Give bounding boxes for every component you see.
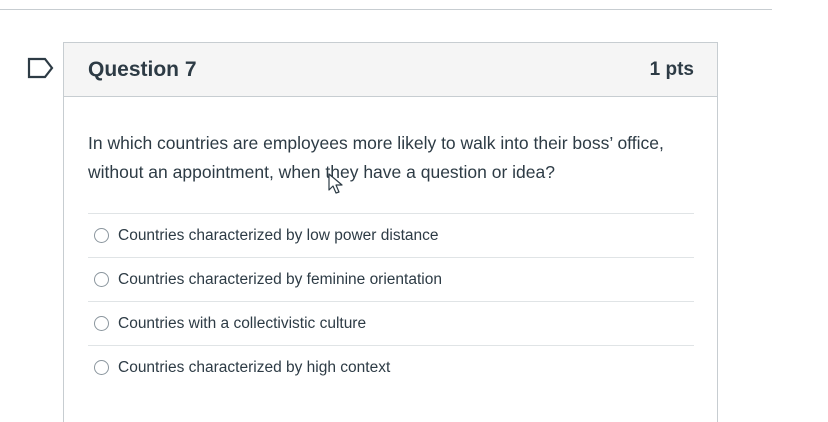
radio-button[interactable] — [94, 228, 109, 243]
flag-question-icon[interactable] — [27, 57, 55, 79]
top-divider — [0, 9, 772, 10]
answer-option[interactable]: Countries characterized by low power dis… — [88, 213, 694, 257]
answer-label[interactable]: Countries with a collectivistic culture — [118, 315, 366, 333]
answer-option[interactable]: Countries characterized by feminine orie… — [88, 257, 694, 301]
answer-label[interactable]: Countries characterized by high context — [118, 359, 390, 377]
question-body: In which countries are employees more li… — [64, 97, 717, 389]
question-title: Question 7 — [88, 57, 197, 81]
question-card: Question 7 1 pts In which countries are … — [63, 42, 718, 422]
answer-option[interactable]: Countries with a collectivistic culture — [88, 301, 694, 345]
answer-option[interactable]: Countries characterized by high context — [88, 345, 694, 389]
answer-label[interactable]: Countries characterized by feminine orie… — [118, 271, 442, 289]
radio-button[interactable] — [94, 316, 109, 331]
question-header: Question 7 1 pts — [64, 43, 717, 97]
question-points: 1 pts — [649, 58, 694, 80]
radio-button[interactable] — [94, 360, 109, 375]
radio-button[interactable] — [94, 272, 109, 287]
question-text: In which countries are employees more li… — [88, 133, 664, 182]
answer-label[interactable]: Countries characterized by low power dis… — [118, 227, 439, 245]
answer-list: Countries characterized by low power dis… — [88, 213, 694, 389]
